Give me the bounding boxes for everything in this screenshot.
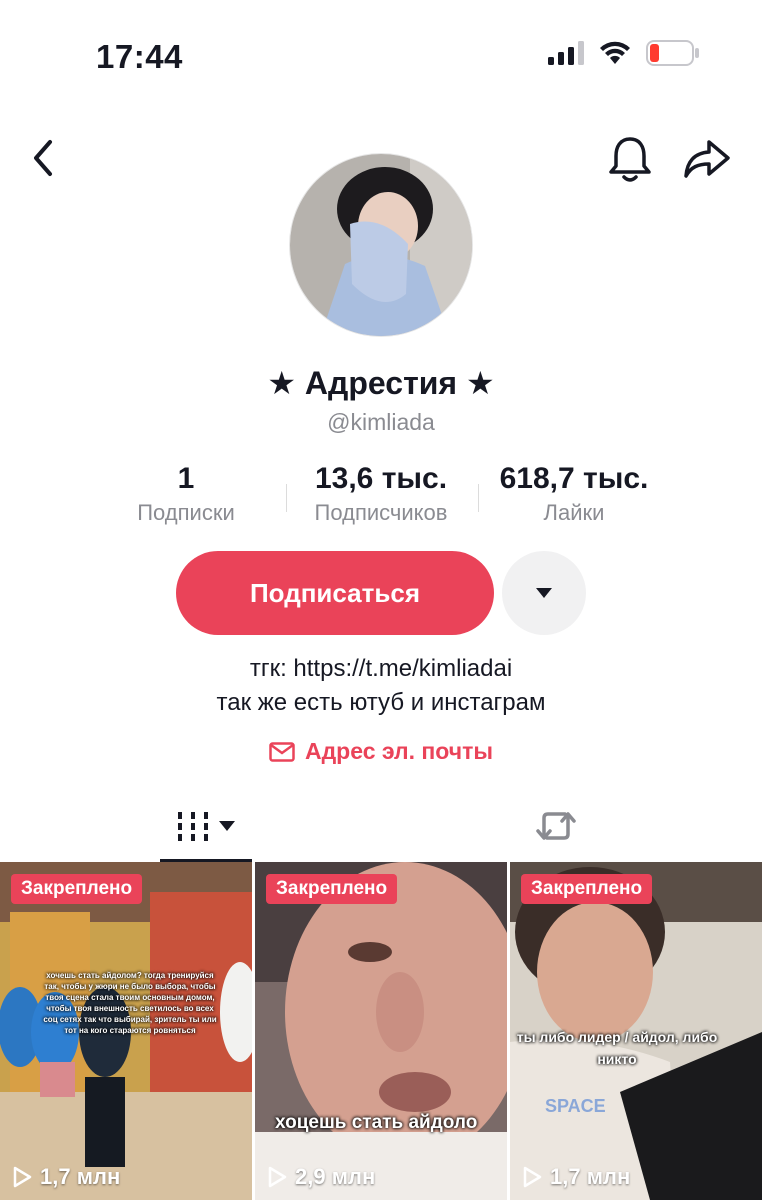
suggested-accounts-button[interactable]: [502, 551, 586, 635]
stat-following-value: 1: [177, 462, 195, 495]
stat-divider: [478, 484, 479, 512]
wifi-icon: [600, 41, 630, 64]
caret-down-icon: [219, 821, 235, 831]
view-count-value: 2,9 млн: [295, 1164, 376, 1189]
bell-icon: [609, 137, 651, 182]
stat-following[interactable]: 1 Подписки: [120, 462, 252, 526]
bio: тгк: https://t.me/kimliadai так же есть …: [0, 652, 762, 720]
view-count: 1,7 млн: [522, 1164, 630, 1190]
video-tile[interactable]: хоцешь стать айдоло Закреплено 2,9 млн: [255, 862, 507, 1200]
view-count-value: 1,7 млн: [40, 1164, 121, 1189]
share-button[interactable]: [682, 134, 732, 184]
play-icon: [13, 1166, 32, 1188]
bio-line-other: так же есть ютуб и инстаграм: [216, 689, 546, 716]
profile-stats: 1 Подписки 13,6 тыс. Подписчиков 618,7 т…: [100, 462, 680, 532]
stat-followers-label: Подписчиков: [314, 500, 448, 525]
stat-divider: [286, 484, 287, 512]
video-tile[interactable]: ты либо лидер / айдол, либо никто SPACE …: [510, 862, 762, 1200]
video-overlay-text: хочешь стать айдолом? тогда тренируйся т…: [43, 971, 217, 1035]
profile-tabs: [0, 790, 762, 862]
repost-icon: [536, 812, 576, 840]
caret-down-icon: [536, 588, 552, 598]
follow-button[interactable]: Подписаться: [176, 551, 494, 635]
view-count: 1,7 млн: [12, 1164, 120, 1190]
status-bar: 17:44: [0, 0, 762, 110]
envelope-icon: [269, 741, 295, 762]
video-grid: хочешь стать айдолом? тогда тренируйся т…: [0, 862, 762, 1200]
display-name: ★ Адрестия ★: [267, 365, 495, 401]
back-button[interactable]: [26, 136, 62, 180]
email-link[interactable]: Адрес эл. почты: [0, 738, 762, 765]
battery-icon: [646, 40, 699, 66]
view-count: 2,9 млн: [267, 1164, 375, 1190]
pinned-badge: Закреплено: [266, 874, 398, 904]
video-overlay-text: ты либо лидер / айдол, либо никто: [516, 1029, 718, 1067]
grid-columns-icon: [178, 812, 208, 841]
play-icon: [268, 1166, 287, 1188]
status-time: 17:44: [96, 38, 183, 75]
stat-followers[interactable]: 13,6 тыс. Подписчиков: [296, 462, 466, 526]
email-label: Адрес эл. почты: [304, 738, 494, 764]
video-overlay-text: хоцешь стать айдоло: [275, 1112, 478, 1133]
avatar[interactable]: [289, 153, 473, 337]
stat-likes-value: 618,7 тыс.: [499, 462, 649, 495]
stat-likes[interactable]: 618,7 тыс. Лайки: [486, 462, 662, 526]
signal-icon: [548, 41, 584, 65]
notifications-button[interactable]: [606, 134, 654, 184]
status-icons: [548, 40, 700, 66]
stat-followers-value: 13,6 тыс.: [314, 462, 448, 495]
tab-reposts[interactable]: [510, 790, 602, 862]
avatar-photo: [290, 154, 472, 336]
view-count-value: 1,7 млн: [550, 1164, 631, 1189]
pinned-badge: Закреплено: [11, 874, 143, 904]
chevron-left-icon: [34, 140, 52, 176]
video-tile[interactable]: хочешь стать айдолом? тогда тренируйся т…: [0, 862, 252, 1200]
stat-likes-label: Лайки: [543, 500, 605, 525]
stat-following-label: Подписки: [137, 500, 235, 525]
pinned-badge: Закреплено: [521, 874, 653, 904]
play-icon: [523, 1166, 542, 1188]
video-thumbnail: [255, 862, 507, 1200]
share-arrow-icon: [684, 140, 730, 178]
username: @kimliada: [327, 409, 435, 435]
shirt-print-text: SPACE: [545, 1096, 606, 1116]
tab-videos[interactable]: [160, 790, 252, 862]
bio-line-telegram[interactable]: тгк: https://t.me/kimliadai: [0, 652, 762, 686]
